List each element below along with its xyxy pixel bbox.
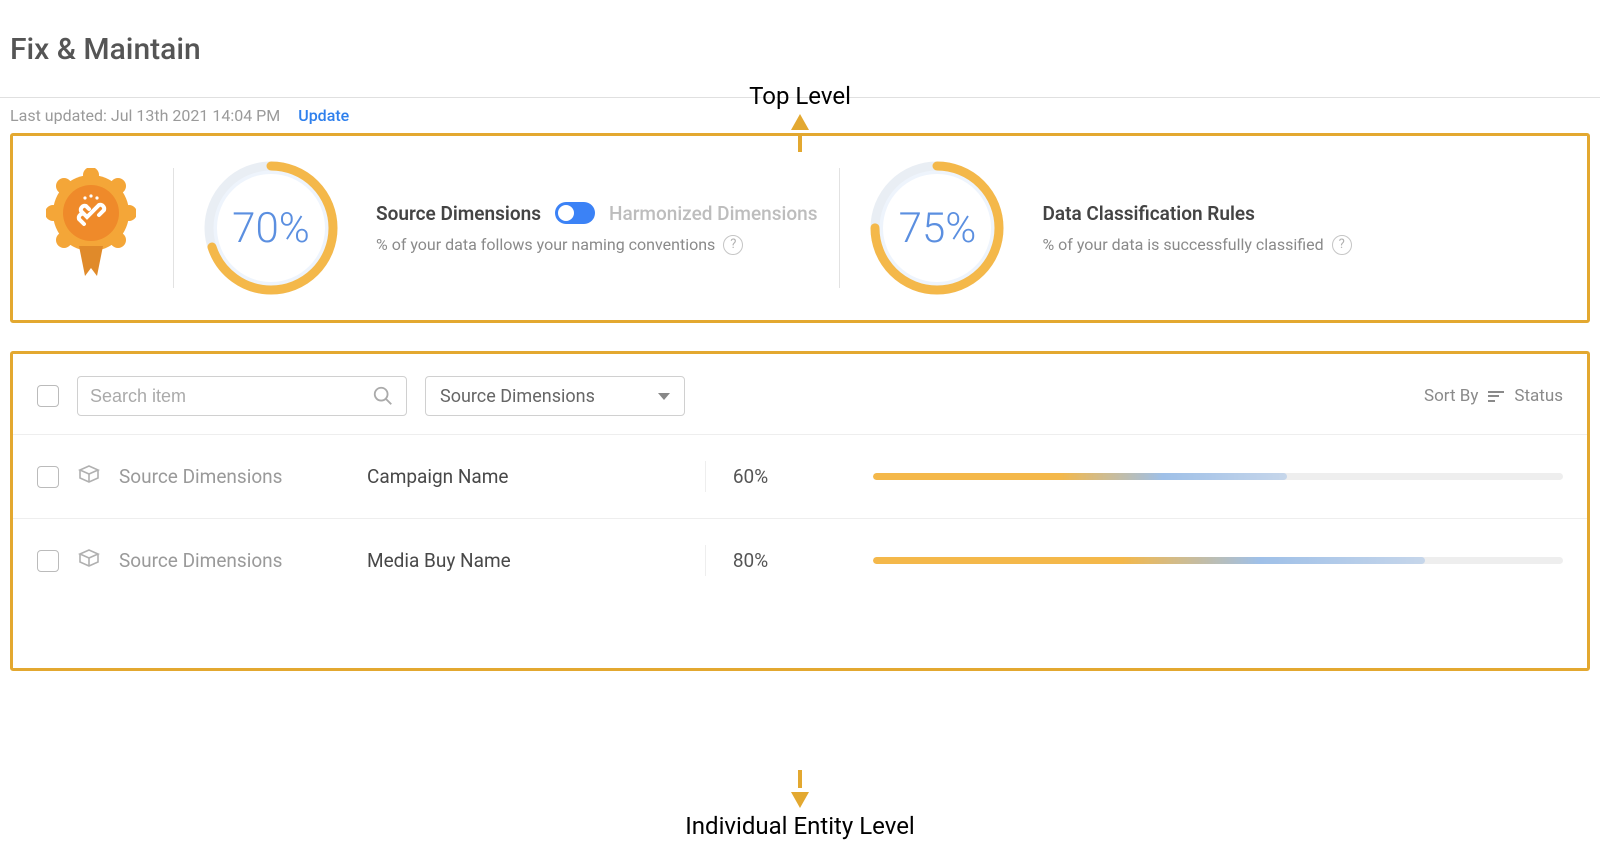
filter-dropdown[interactable]: Source Dimensions <box>425 376 685 416</box>
help-icon[interactable]: ? <box>723 235 743 255</box>
help-icon[interactable]: ? <box>1332 235 1352 255</box>
search-input-wrap <box>77 376 407 416</box>
donut-classification: 75% <box>862 153 1012 303</box>
search-input[interactable] <box>90 386 372 407</box>
sort-by-value: Status <box>1514 386 1563 406</box>
row-name-label: Media Buy Name <box>367 549 687 572</box>
summary-panel: 70% Source Dimensions Harmonized Dimensi… <box>10 133 1590 323</box>
arrow-stem-icon <box>798 134 802 152</box>
metric-dimensions-title: Source Dimensions <box>376 202 541 225</box>
sort-by-label: Sort By <box>1424 386 1478 406</box>
search-icon <box>372 385 394 407</box>
annotation-top: Top Level <box>0 82 1600 152</box>
donut-dimensions: 70% <box>196 153 346 303</box>
row-checkbox[interactable] <box>37 466 59 488</box>
table-row[interactable]: Source Dimensions Media Buy Name 80% <box>13 519 1587 602</box>
metric-classification-subtitle: % of your data is successfully classifie… <box>1042 235 1323 254</box>
row-percent-label: 60% <box>705 461 795 492</box>
arrow-down-icon <box>791 792 809 808</box>
page-title: Fix & Maintain <box>0 0 1600 67</box>
list-toolbar: Source Dimensions Sort By Status <box>13 354 1587 435</box>
entity-list-panel: Source Dimensions Sort By Status Source … <box>10 351 1590 671</box>
row-type-label: Source Dimensions <box>119 465 349 488</box>
metric-dimensions: 70% Source Dimensions Harmonized Dimensi… <box>196 153 817 303</box>
badge-icon <box>31 168 151 288</box>
metric-classification: 75% Data Classification Rules % of your … <box>862 153 1351 303</box>
divider <box>839 168 840 288</box>
donut-dimensions-value: 70% <box>196 153 346 303</box>
select-all-checkbox[interactable] <box>37 385 59 407</box>
dimensions-toggle[interactable] <box>555 202 595 224</box>
donut-classification-value: 75% <box>862 153 1012 303</box>
filter-dropdown-value: Source Dimensions <box>440 386 595 407</box>
sort-by-control[interactable]: Sort By Status <box>1424 386 1563 406</box>
annotation-top-label: Top Level <box>749 82 851 110</box>
divider <box>173 168 174 288</box>
arrow-up-icon <box>791 114 809 130</box>
metric-dimensions-subtitle: % of your data follows your naming conve… <box>376 235 715 254</box>
annotation-bottom: Individual Entity Level <box>0 770 1600 840</box>
annotation-bottom-label: Individual Entity Level <box>685 812 915 840</box>
row-progress-bar <box>813 473 1563 480</box>
row-percent-label: 80% <box>705 545 795 576</box>
dimension-icon <box>77 547 101 575</box>
sort-icon <box>1488 391 1504 402</box>
chevron-down-icon <box>658 393 670 400</box>
row-name-label: Campaign Name <box>367 465 687 488</box>
row-progress-bar <box>813 557 1563 564</box>
arrow-stem-icon <box>798 770 802 788</box>
dimensions-toggle-alt-label: Harmonized Dimensions <box>609 202 818 225</box>
metric-classification-title: Data Classification Rules <box>1042 202 1254 225</box>
table-row[interactable]: Source Dimensions Campaign Name 60% <box>13 435 1587 519</box>
row-checkbox[interactable] <box>37 550 59 572</box>
row-type-label: Source Dimensions <box>119 549 349 572</box>
dimension-icon <box>77 463 101 491</box>
